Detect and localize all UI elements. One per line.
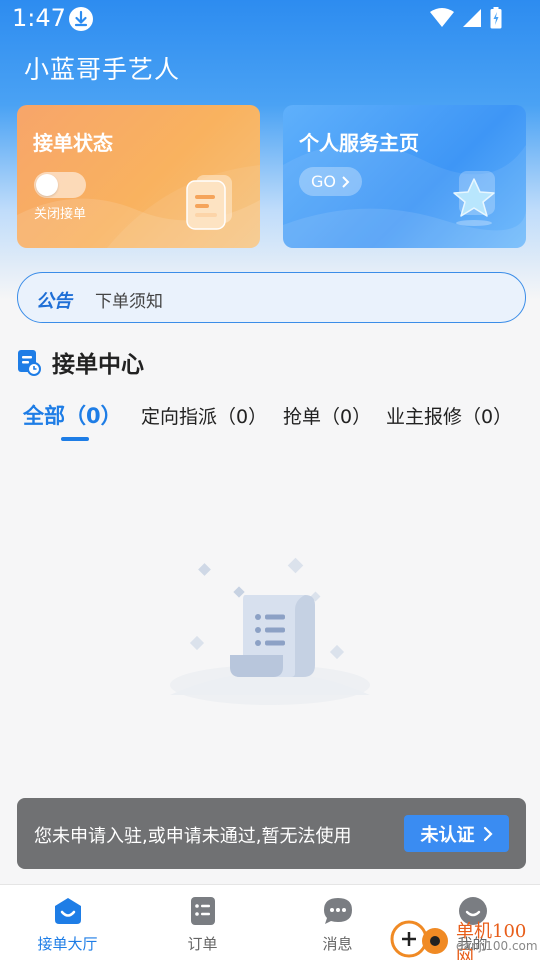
chat-bubble-icon xyxy=(323,898,352,924)
go-label: GO xyxy=(311,172,336,191)
battery-icon xyxy=(490,7,502,29)
tabbar-item-orders[interactable]: 订单 xyxy=(135,885,270,960)
document-icon xyxy=(186,175,232,230)
wifi-icon xyxy=(430,8,454,27)
tab-all[interactable]: 全部（0） xyxy=(23,400,122,430)
tab-assigned[interactable]: 定向指派（0） xyxy=(141,402,267,429)
tab-owner-repair[interactable]: 业主报修（0） xyxy=(386,402,512,429)
go-button[interactable]: GO xyxy=(299,167,362,196)
watermark-logo-icon xyxy=(390,920,448,958)
tabbar-label: 接单大厅 xyxy=(37,935,98,953)
notice-text: 下单须知 xyxy=(95,292,163,312)
uncertified-button[interactable]: 未认证 xyxy=(404,815,509,852)
order-status-card: 接单状态 关闭接单 xyxy=(17,105,260,248)
section-title: 接单中心 xyxy=(52,352,144,378)
cellular-signal-icon xyxy=(463,9,481,27)
tabbar-label: 订单 xyxy=(187,935,218,953)
order-list-icon xyxy=(190,897,215,925)
tab-grab-order[interactable]: 抢单（0） xyxy=(283,402,371,429)
uncertified-label: 未认证 xyxy=(420,824,475,846)
home-smile-icon xyxy=(54,898,81,924)
notice-bar[interactable]: 公告 下单须知 xyxy=(17,272,526,323)
section-header: 接单中心 xyxy=(17,345,144,379)
accept-orders-toggle[interactable] xyxy=(34,172,86,198)
order-status-title: 接单状态 xyxy=(33,131,113,155)
tabbar-item-messages[interactable]: 消息 xyxy=(270,885,405,960)
service-homepage-title: 个人服务主页 xyxy=(299,131,419,155)
toast-message: 您未申请入驻,或申请未通过,暂无法使用 xyxy=(34,826,352,847)
certification-toast: 您未申请入驻,或申请未通过,暂无法使用 未认证 xyxy=(17,798,526,869)
chevron-right-icon xyxy=(483,826,493,841)
status-bar: 1:47 xyxy=(0,0,540,38)
tabbar-label: 消息 xyxy=(322,935,353,953)
notice-tag: 公告 xyxy=(36,291,72,312)
toggle-knob xyxy=(36,174,58,196)
active-tab-indicator xyxy=(61,437,89,441)
empty-state-illustration xyxy=(170,557,370,705)
star-icon xyxy=(453,171,495,226)
status-time: 1:47 xyxy=(12,4,66,32)
watermark-subtext: danji100.com xyxy=(456,939,538,953)
app-title: 小蓝哥手艺人 xyxy=(24,55,181,84)
service-homepage-card[interactable]: 个人服务主页 GO xyxy=(283,105,526,248)
download-icon xyxy=(69,7,93,31)
toggle-label: 关闭接单 xyxy=(34,207,87,222)
tabbar-item-order-hall[interactable]: 接单大厅 xyxy=(0,885,135,960)
order-center-icon xyxy=(18,350,41,376)
chevron-right-icon xyxy=(342,175,350,188)
watermark: 单机100网 danji100.com xyxy=(390,915,540,960)
